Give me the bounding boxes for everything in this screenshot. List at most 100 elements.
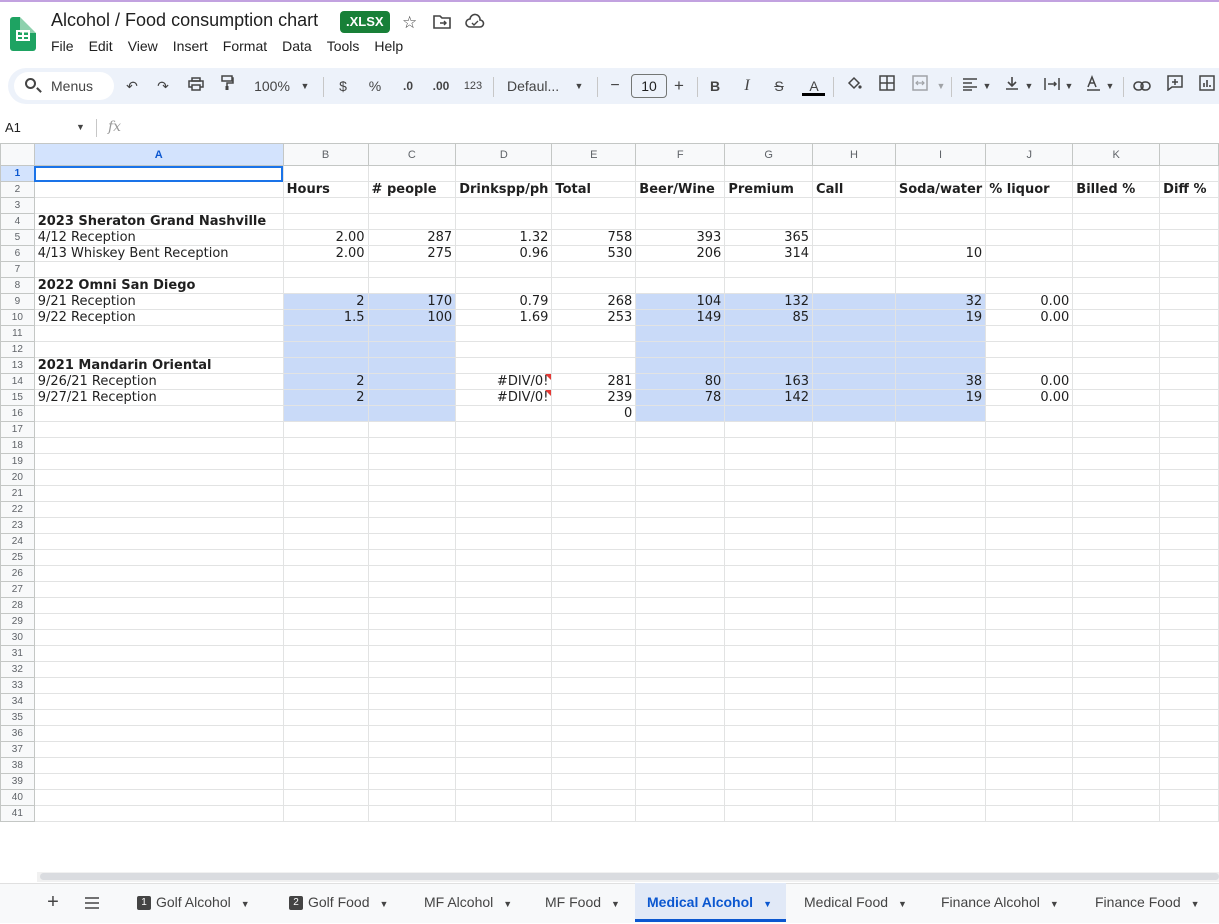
cell-a8[interactable]: 2022 Omni San Diego (33, 277, 284, 294)
cell-h17[interactable] (812, 421, 896, 438)
cell-e14[interactable]: 281 (551, 373, 637, 390)
column-header-j[interactable]: J (985, 143, 1074, 166)
cell-f28[interactable] (635, 597, 726, 614)
cell-l6[interactable] (1159, 245, 1219, 262)
cell-i21[interactable] (894, 485, 987, 502)
cell-g29[interactable] (724, 613, 814, 630)
cell-k3[interactable] (1072, 197, 1161, 214)
cell-e30[interactable] (551, 629, 637, 646)
cell-l13[interactable] (1159, 357, 1219, 374)
cell-b41[interactable] (282, 805, 369, 822)
cell-b4[interactable] (282, 213, 369, 230)
cell-h23[interactable] (812, 517, 896, 534)
cell-f36[interactable] (635, 725, 726, 742)
cell-i10[interactable]: 19 (894, 309, 987, 326)
cell-h8[interactable] (812, 277, 896, 294)
cell-d25[interactable] (455, 549, 553, 566)
cell-c18[interactable] (367, 437, 457, 454)
cell-a37[interactable] (33, 741, 284, 758)
row-header[interactable]: 8 (0, 277, 35, 294)
sheet-tab-golf-food[interactable]: 2 Golf Food ▼ (289, 883, 388, 922)
cell-j35[interactable] (985, 709, 1074, 726)
cell-c35[interactable] (367, 709, 457, 726)
row-header[interactable]: 37 (0, 741, 35, 758)
cell-h19[interactable] (812, 453, 896, 470)
cell-d3[interactable] (455, 197, 553, 214)
cell-k9[interactable] (1072, 293, 1161, 310)
cell-j1[interactable] (985, 165, 1074, 182)
cell-b22[interactable] (282, 501, 369, 518)
cell-b5[interactable]: 2.00 (282, 229, 369, 246)
row-header[interactable]: 21 (0, 485, 35, 502)
cell-f13[interactable] (635, 357, 726, 374)
font-size-input[interactable]: 10 (631, 74, 667, 98)
cell-f2[interactable]: Beer/Wine (635, 181, 726, 198)
cell-e29[interactable] (551, 613, 637, 630)
cell-h10[interactable] (812, 309, 896, 326)
cell-h14[interactable] (812, 373, 896, 390)
cell-l35[interactable] (1159, 709, 1219, 726)
cell-i35[interactable] (894, 709, 987, 726)
cell-h7[interactable] (812, 261, 896, 278)
cell-l7[interactable] (1159, 261, 1219, 278)
cell-e21[interactable] (551, 485, 637, 502)
cloud-saved-icon[interactable] (465, 13, 485, 34)
currency-button[interactable]: $ (336, 75, 350, 97)
cell-b18[interactable] (282, 437, 369, 454)
cell-j13[interactable] (985, 357, 1074, 374)
cell-d24[interactable] (455, 533, 553, 550)
cell-e39[interactable] (551, 773, 637, 790)
cell-c16[interactable] (367, 405, 457, 422)
cell-f3[interactable] (635, 197, 726, 214)
cell-d27[interactable] (455, 581, 553, 598)
cell-e18[interactable] (551, 437, 637, 454)
cell-j21[interactable] (985, 485, 1074, 502)
borders-icon[interactable] (878, 75, 896, 97)
cell-l30[interactable] (1159, 629, 1219, 646)
cell-i37[interactable] (894, 741, 987, 758)
horizontal-align-icon[interactable] (961, 75, 979, 97)
cell-g11[interactable] (724, 325, 814, 342)
cell-i22[interactable] (894, 501, 987, 518)
cell-h9[interactable] (812, 293, 896, 310)
cell-g21[interactable] (724, 485, 814, 502)
cell-l8[interactable] (1159, 277, 1219, 294)
text-wrapping-icon[interactable] (1043, 75, 1061, 97)
cell-j32[interactable] (985, 661, 1074, 678)
cell-l17[interactable] (1159, 421, 1219, 438)
cell-d33[interactable] (455, 677, 553, 694)
cell-b21[interactable] (282, 485, 369, 502)
cell-l15[interactable] (1159, 389, 1219, 406)
cell-b8[interactable] (282, 277, 369, 294)
cell-h28[interactable] (812, 597, 896, 614)
cell-l33[interactable] (1159, 677, 1219, 694)
cell-a28[interactable] (33, 597, 284, 614)
cell-a19[interactable] (33, 453, 284, 470)
column-header-d[interactable]: D (455, 143, 553, 166)
cell-e12[interactable] (551, 341, 637, 358)
cell-h6[interactable] (812, 245, 896, 262)
cell-f20[interactable] (635, 469, 726, 486)
cell-c28[interactable] (367, 597, 457, 614)
cell-k7[interactable] (1072, 261, 1161, 278)
cell-k35[interactable] (1072, 709, 1161, 726)
cell-d12[interactable] (455, 341, 553, 358)
sheet-tab-mf-food[interactable]: MF Food ▼ (545, 883, 620, 922)
cell-c2[interactable]: # people (367, 181, 457, 198)
cell-h15[interactable] (812, 389, 896, 406)
cell-k15[interactable] (1072, 389, 1161, 406)
cell-f37[interactable] (635, 741, 726, 758)
cell-j37[interactable] (985, 741, 1074, 758)
cell-a40[interactable] (33, 789, 284, 806)
cell-e36[interactable] (551, 725, 637, 742)
cell-g17[interactable] (724, 421, 814, 438)
cell-d20[interactable] (455, 469, 553, 486)
menu-tools[interactable]: Tools (327, 38, 360, 54)
cell-c12[interactable] (367, 341, 457, 358)
cell-e11[interactable] (551, 325, 637, 342)
cell-l37[interactable] (1159, 741, 1219, 758)
italic-button[interactable]: I (740, 75, 754, 97)
chevron-down-icon[interactable]: ▼ (898, 899, 907, 909)
cell-j29[interactable] (985, 613, 1074, 630)
cell-e25[interactable] (551, 549, 637, 566)
